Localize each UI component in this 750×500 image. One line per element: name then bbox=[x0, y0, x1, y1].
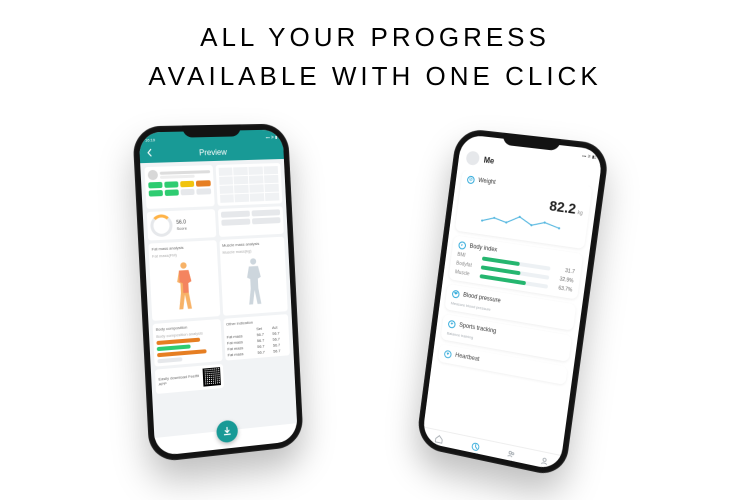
sports-icon: ✦ bbox=[448, 320, 456, 329]
qr-download-card: Easily download Feelfit APP bbox=[155, 364, 224, 394]
preview-title: Preview bbox=[199, 147, 227, 157]
avatar-icon bbox=[465, 151, 480, 166]
phone-mockup-tracking: ••• ⚞ ▮▯ Me ⊘ Weight 82.2 kg bbox=[415, 127, 610, 478]
phone-notch bbox=[182, 124, 241, 137]
nav-buddy[interactable]: Buddy bbox=[504, 449, 518, 466]
weight-unit: kg bbox=[577, 210, 583, 217]
user-name: Me bbox=[483, 155, 495, 165]
weight-icon: ⊘ bbox=[467, 175, 475, 184]
qr-code-icon bbox=[202, 367, 220, 387]
score-card: 56.0 Score bbox=[147, 209, 216, 240]
score-gauge-icon bbox=[150, 214, 173, 237]
mini-legend-card bbox=[217, 206, 284, 237]
heartbeat-title: Heartbeat bbox=[455, 353, 480, 363]
nav-me[interactable]: Me bbox=[539, 456, 550, 471]
nav-tracking[interactable]: Tracking bbox=[466, 441, 484, 459]
score-value: 56.0 bbox=[176, 219, 187, 226]
other-indication-card: Other indication SetAct Fat mass56.756.7… bbox=[223, 314, 290, 361]
phone-mockup-preview: 16:19 ••• ⚞ ▮ Preview bbox=[132, 123, 304, 463]
back-button[interactable] bbox=[145, 149, 154, 159]
status-indicators: ••• ⚞ ▮▯ bbox=[582, 152, 597, 159]
chart-icon bbox=[470, 441, 479, 451]
profile-card bbox=[144, 165, 214, 209]
chevron-left-icon bbox=[145, 149, 153, 157]
status-indicators: ••• ⚞ ▮ bbox=[266, 134, 278, 139]
preview-body: 56.0 Score Fat mass analysis Fat mass(FM… bbox=[140, 159, 297, 438]
body-index-title: Body index bbox=[469, 244, 497, 254]
home-icon bbox=[435, 434, 444, 444]
download-fab[interactable] bbox=[216, 419, 238, 443]
fat-mass-card: Fat mass analysis Fat mass(FM) bbox=[148, 240, 220, 321]
body-silhouette-fat-icon bbox=[152, 257, 217, 317]
body-index-icon: ◐ bbox=[458, 241, 466, 250]
weight-title: Weight bbox=[478, 178, 496, 186]
body-composition-card: Body composition Body composition analys… bbox=[153, 319, 223, 367]
heartbeat-icon: ♥ bbox=[444, 350, 452, 359]
muscle-mass-card: Muscle mass analysis Muscle mass(kg) bbox=[219, 237, 288, 316]
nav-device[interactable]: Device bbox=[432, 434, 446, 451]
body-silhouette-muscle-icon bbox=[223, 253, 285, 312]
metrics-grid-card bbox=[215, 163, 282, 206]
status-badge bbox=[148, 182, 162, 189]
users-icon bbox=[506, 449, 516, 460]
blood-pressure-icon: ❤ bbox=[452, 290, 460, 299]
status-time: 16:19 bbox=[145, 137, 155, 142]
download-icon bbox=[222, 426, 232, 437]
indication-table: SetAct Fat mass56.756.7 Fat mass56.756.7… bbox=[226, 324, 287, 357]
weight-value: 82.2 bbox=[548, 197, 577, 217]
user-icon bbox=[540, 456, 550, 467]
avatar-icon bbox=[148, 170, 159, 181]
